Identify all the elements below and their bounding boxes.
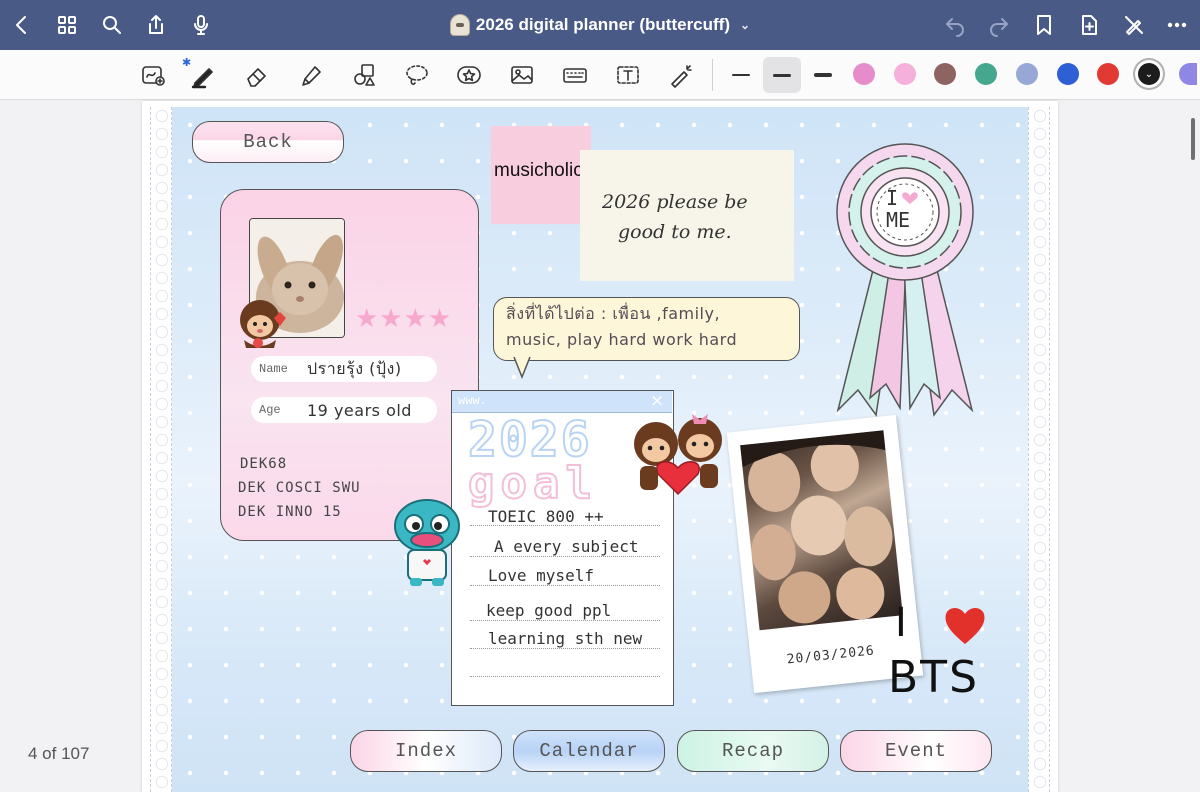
lace-border-left [150,107,172,792]
nav-recap-button[interactable]: Recap [677,730,829,772]
color-swatch[interactable] [853,63,875,85]
stroke-medium-icon [773,73,791,77]
color-swatch[interactable] [975,63,997,85]
group-photo-faces [740,430,893,624]
goal-window-url: www. [458,394,487,408]
rosette-badge[interactable] [830,140,980,420]
goal-item-5: learning sth new [488,629,643,648]
color-swatch[interactable]: ⌄ [1138,63,1160,85]
color-swatch[interactable] [1179,63,1197,85]
color-swatch[interactable] [1057,63,1079,85]
polaroid-date: 20/03/2026 [786,643,876,668]
profile-line-2: DEK COSCI SWU [238,480,361,496]
shapes-tool-icon[interactable] [347,58,381,92]
goal-line [470,556,660,557]
goal-item-4: keep good ppl [486,601,612,620]
age-label: Age [259,403,281,417]
nav-event-button[interactable]: Event [840,730,992,772]
monchichi-couple-sticker[interactable] [622,404,734,498]
goal-line [470,585,660,586]
nav-index-button[interactable]: Index [350,730,502,772]
bubble-line-2: music, play hard work hard [506,330,738,349]
redo-icon[interactable] [985,11,1013,39]
rosette-text-i: I [886,186,899,210]
pen-off-icon[interactable] [1120,11,1148,39]
eraser-tool-icon[interactable] [240,58,274,92]
stroke-thin-icon [732,74,750,76]
note-line-2: good to me. [618,221,732,243]
stroke-thick-icon [814,73,832,77]
selected-check-icon: ⌄ [1144,68,1154,80]
text-tool-icon[interactable] [611,58,645,92]
speech-bubble[interactable]: สิ่งที่ได้ไปต่อ : เพื่อน ,family, music,… [493,297,800,361]
stroke-thin-option[interactable] [722,57,760,93]
musicholic-label: musicholic [494,160,583,181]
goal-line [470,648,660,649]
share-icon[interactable] [142,11,170,39]
note-line-1: 2026 please be [602,191,748,213]
profile-line-1: DEK68 [240,456,288,472]
back-chevron-icon[interactable] [8,11,36,39]
laser-pointer-icon[interactable] [664,58,698,92]
chevron-down-icon: ⌄ [740,18,751,32]
bubble-line-1: สิ่งที่ได้ไปต่อ : เพื่อน ,family, [506,304,721,323]
goal-heading: goal [467,457,598,510]
goal-line [470,620,660,621]
bts-text: BTS [888,652,979,703]
lasso-zoom-tool-icon[interactable] [136,58,170,92]
monchichi-sticker[interactable] [234,296,292,352]
color-swatch[interactable] [894,63,916,85]
scrollbar[interactable] [1191,118,1195,160]
lace-border-right [1028,107,1050,792]
back-button[interactable]: Back [192,121,344,163]
nav-calendar-button[interactable]: Calendar [513,730,665,772]
toolbar-divider [712,59,713,91]
rosette-text-me: ME [886,208,911,232]
sticker-tool-icon[interactable] [452,58,486,92]
image-tool-icon[interactable] [505,58,539,92]
lasso-tool-icon[interactable] [400,58,434,92]
sticky-note[interactable]: 2026 please be good to me. [580,150,794,281]
highlighter-tool-icon[interactable] [294,58,328,92]
keyboard-tool-icon[interactable] [558,58,592,92]
microphone-icon[interactable] [187,11,215,39]
add-page-icon[interactable] [1075,11,1103,39]
red-heart-icon [945,608,985,644]
color-swatch[interactable] [1097,63,1119,85]
more-options-icon[interactable] [1163,11,1191,39]
name-label: Name [259,362,288,376]
goal-item-2: A every subject [494,537,639,556]
document-title-text: 2026 digital planner (buttercuff) [475,15,731,34]
hangyodon-sticker[interactable] [388,496,466,588]
group-photo [740,430,903,631]
goal-line [470,525,660,526]
stroke-thick-option[interactable] [804,57,842,93]
profile-line-3: DEK INNO 15 [238,504,342,520]
stroke-medium-option[interactable] [763,57,801,93]
grid-view-icon[interactable] [53,11,81,39]
goal-item-1: TOEIC 800 ++ [488,507,604,526]
age-field[interactable]: Age 19 years old [251,397,437,423]
color-swatch[interactable] [934,63,956,85]
document-title[interactable]: 2026 digital planner (buttercuff) ⌄ [449,14,751,36]
star-rating: ★★★★ [355,304,453,334]
search-icon[interactable] [98,11,126,39]
ghost-emoji-icon [449,14,470,36]
speech-bubble-tail [513,357,531,379]
title-bar: 2026 digital planner (buttercuff) ⌄ [0,0,1200,50]
goal-item-3: Love myself [488,566,594,585]
color-swatch[interactable] [1016,63,1038,85]
pen-tool-icon[interactable] [186,58,220,92]
name-field[interactable]: Name ปรายรุ้ง (ปุ้ง) [251,356,437,382]
page-counter: 4 of 107 [28,744,90,763]
i-love-text: I [895,600,907,646]
name-value: ปรายรุ้ง (ปุ้ง) [307,358,402,378]
bookmark-icon[interactable] [1030,11,1058,39]
undo-icon[interactable] [941,11,969,39]
goal-line [470,676,660,677]
age-value: 19 years old [307,400,412,420]
